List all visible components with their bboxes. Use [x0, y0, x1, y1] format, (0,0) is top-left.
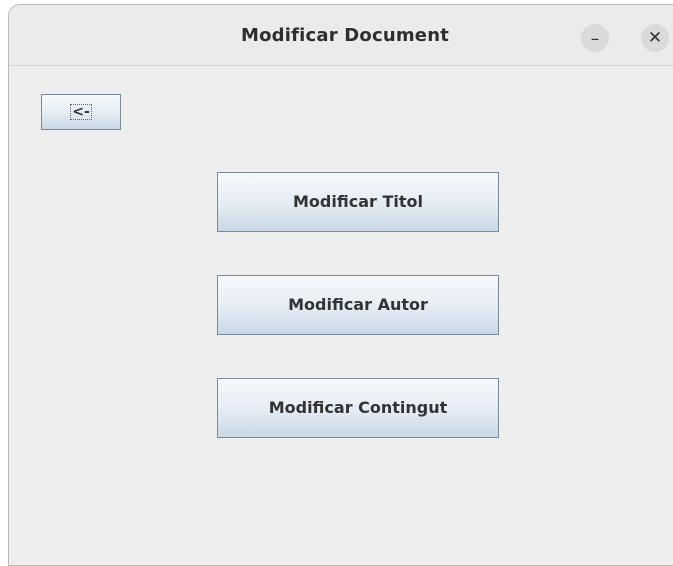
- close-icon: ✕: [647, 28, 663, 48]
- modify-author-button[interactable]: Modificar Autor: [217, 275, 499, 335]
- minimize-button[interactable]: –: [581, 24, 609, 52]
- minimize-icon: –: [590, 29, 600, 49]
- back-button[interactable]: <-: [41, 94, 121, 130]
- app-window: Modificar Document – ✕ <- Modificar Tito…: [8, 4, 673, 566]
- window-title: Modificar Document: [240, 25, 450, 46]
- modify-content-button[interactable]: Modificar Contingut: [217, 378, 499, 438]
- back-button-label: <-: [70, 104, 92, 120]
- main-panel: <- Modificar Titol Modificar Autor Modif…: [9, 66, 673, 565]
- title-bar: Modificar Document – ✕: [9, 5, 673, 66]
- close-button[interactable]: ✕: [641, 24, 669, 52]
- modify-title-button[interactable]: Modificar Titol: [217, 172, 499, 232]
